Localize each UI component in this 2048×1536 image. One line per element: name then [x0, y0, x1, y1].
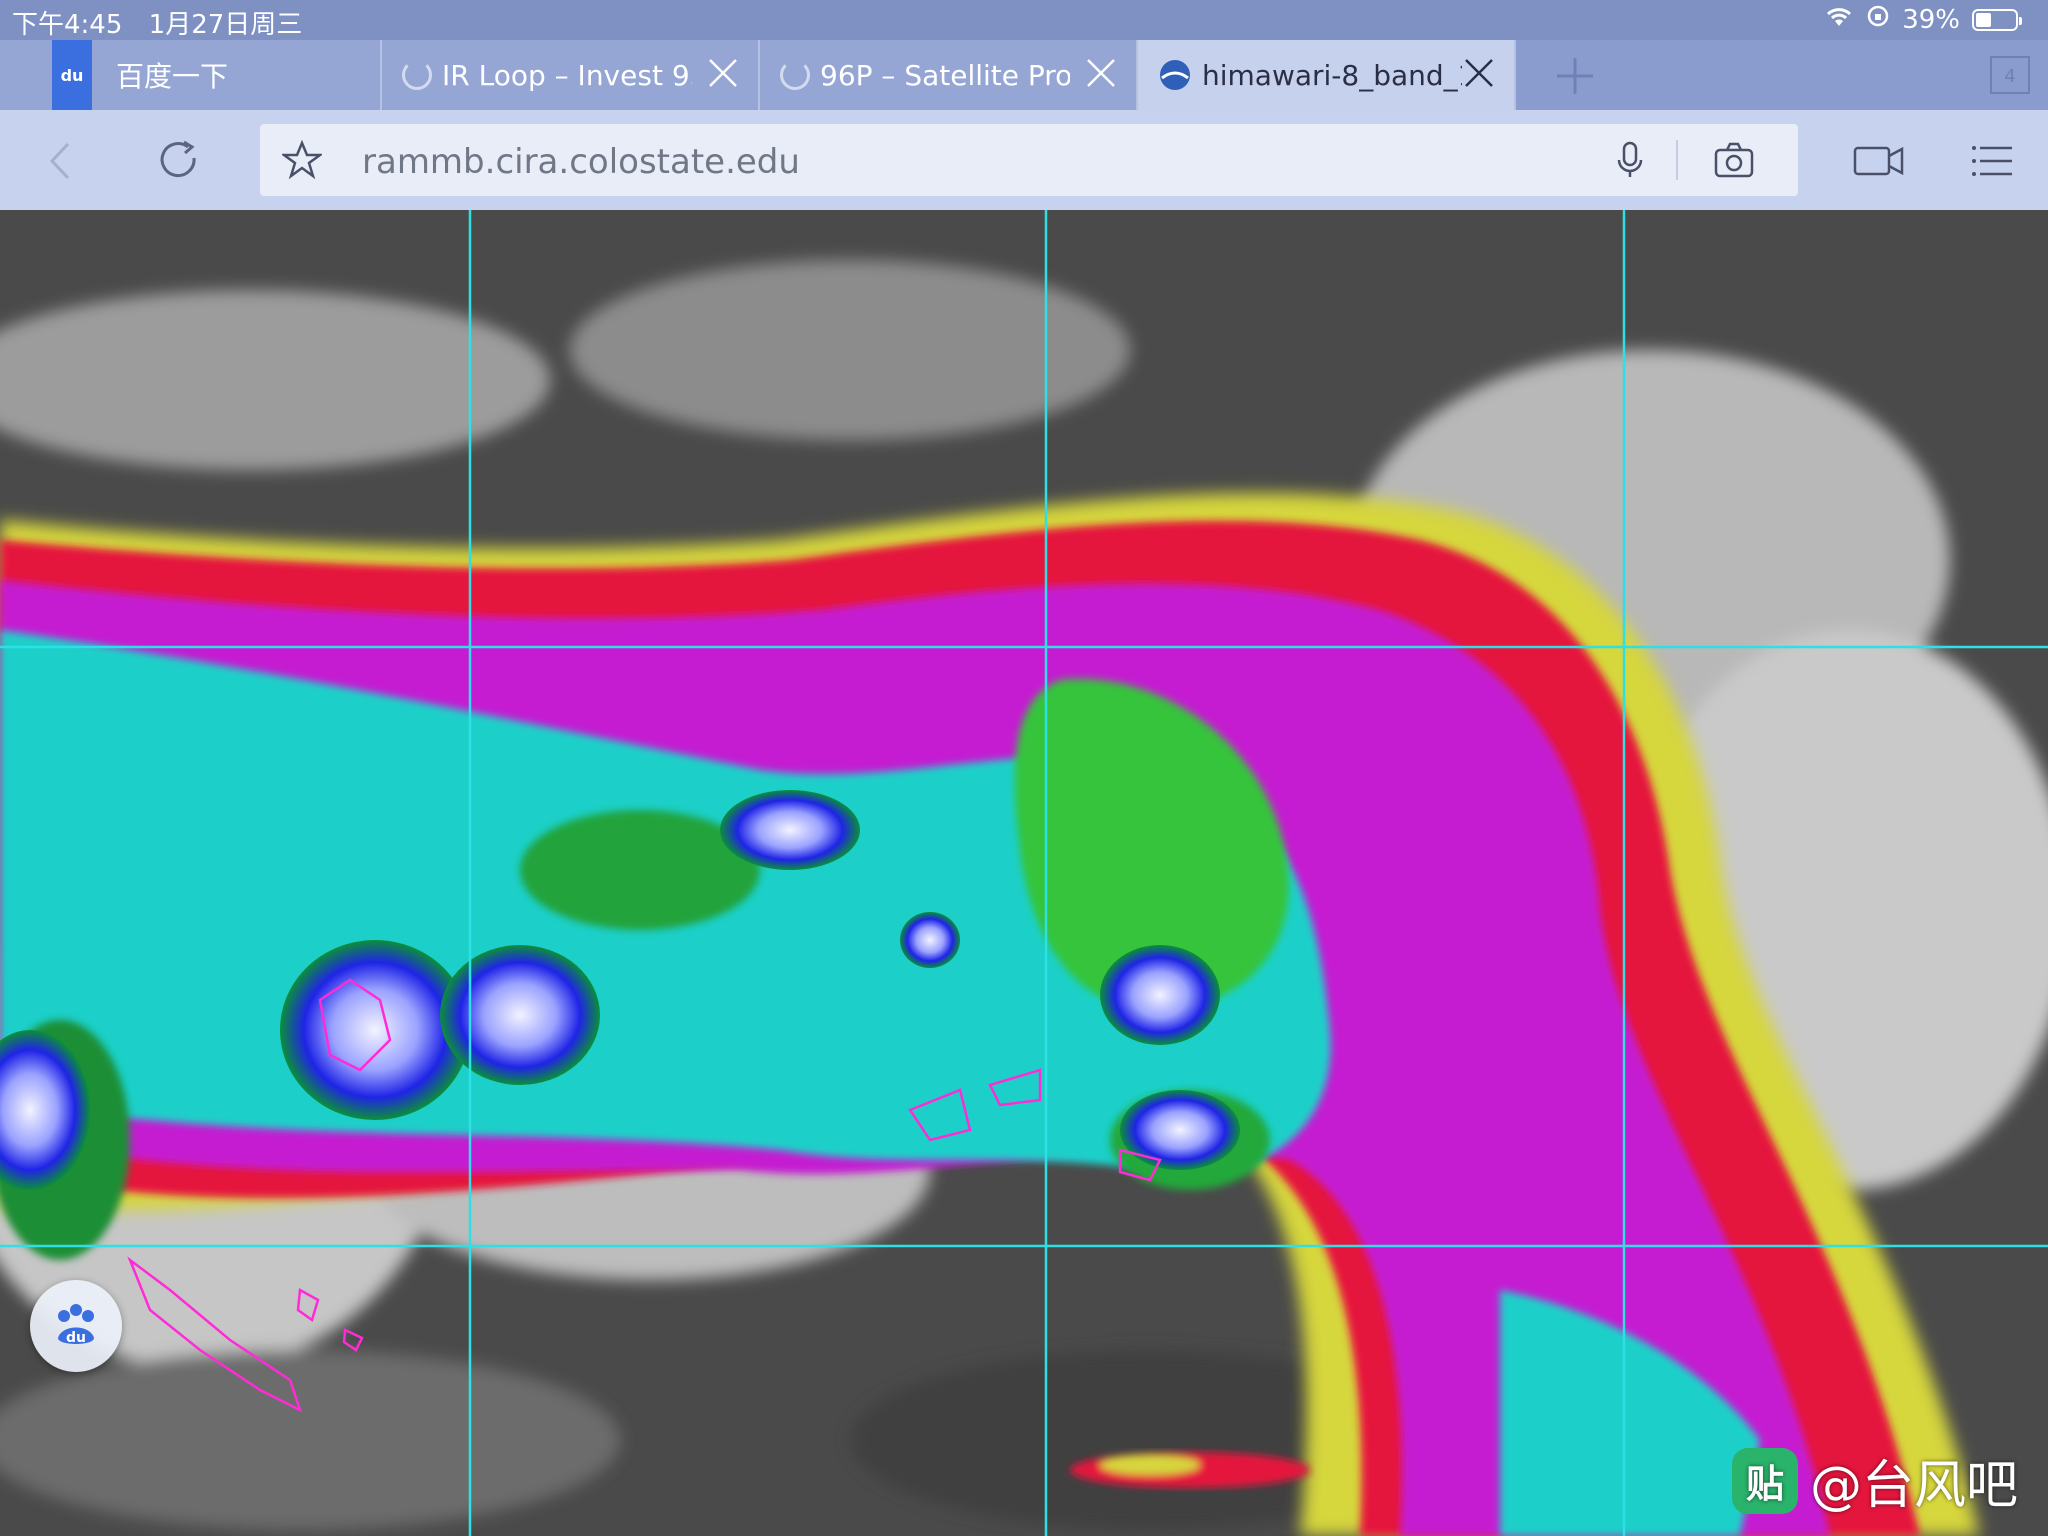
close-tab-icon[interactable]	[706, 56, 740, 90]
microphone-icon[interactable]	[1610, 140, 1650, 180]
tab-label: 百度一下	[116, 60, 229, 93]
watermark-text: @台风吧	[1809, 1456, 2018, 1516]
url-text[interactable]: rammb.cira.colostate.edu	[362, 142, 800, 182]
himawari-site-icon	[1160, 60, 1190, 90]
loading-spinner-icon	[780, 60, 810, 90]
bookmark-star-icon[interactable]	[282, 140, 322, 180]
loading-spinner-icon	[402, 60, 432, 90]
ir-enhanced-satellite-image	[0, 210, 2048, 1536]
lower-right-cloud-streak	[1070, 1452, 1310, 1488]
tab-bar: du 百度一下 IR Loop – Invest 95 96P – Satell…	[0, 40, 2048, 110]
satellite-image	[0, 210, 2048, 1536]
nav-bar: rammb.cira.colostate.edu	[0, 110, 2048, 210]
baidu-paw-icon: du	[52, 40, 92, 110]
tieba-watermark: 贴 @台风吧	[1731, 1443, 2018, 1518]
status-time: 下午4:45	[12, 10, 123, 40]
tieba-logo-icon: 贴	[1731, 1447, 1798, 1514]
tab-ir-loop[interactable]: IR Loop – Invest 95	[382, 40, 760, 110]
float-button-text: du	[66, 1330, 86, 1346]
camera-icon[interactable]	[1712, 138, 1756, 182]
address-bar[interactable]: rammb.cira.colostate.edu	[260, 124, 1798, 196]
tab-label: IR Loop – Invest 95	[442, 58, 692, 92]
video-icon[interactable]	[1852, 138, 1906, 184]
wifi-icon	[1824, 4, 1854, 35]
tab-label: himawari-8_band_1	[1202, 58, 1462, 92]
battery-fill	[1976, 12, 1991, 27]
back-icon[interactable]	[38, 138, 84, 184]
menu-icon[interactable]	[1970, 138, 2016, 184]
battery-icon	[1972, 8, 2022, 31]
rotation-lock-icon	[1866, 4, 1890, 35]
tab-label: 96P – Satellite Proc	[820, 58, 1070, 92]
tab-baidu[interactable]: du 百度一下	[0, 40, 382, 110]
tab-count-button[interactable]: 4	[1990, 56, 2030, 94]
reload-icon[interactable]	[156, 138, 202, 184]
close-tab-icon[interactable]	[1462, 56, 1496, 90]
address-divider	[1676, 140, 1678, 180]
baidu-float-button[interactable]: du	[30, 1280, 122, 1372]
new-tab-icon[interactable]	[1553, 54, 1597, 98]
close-tab-icon[interactable]	[1084, 56, 1118, 90]
battery-percent: 39%	[1902, 4, 1960, 35]
status-date: 1月27日周三	[148, 10, 303, 40]
tab-96p[interactable]: 96P – Satellite Proc	[760, 40, 1138, 110]
tab-himawari[interactable]: himawari-8_band_1	[1138, 40, 1516, 110]
status-bar: 下午4:45 1月27日周三 39%	[0, 0, 2048, 40]
baidu-paw-icon: du	[58, 1304, 94, 1346]
